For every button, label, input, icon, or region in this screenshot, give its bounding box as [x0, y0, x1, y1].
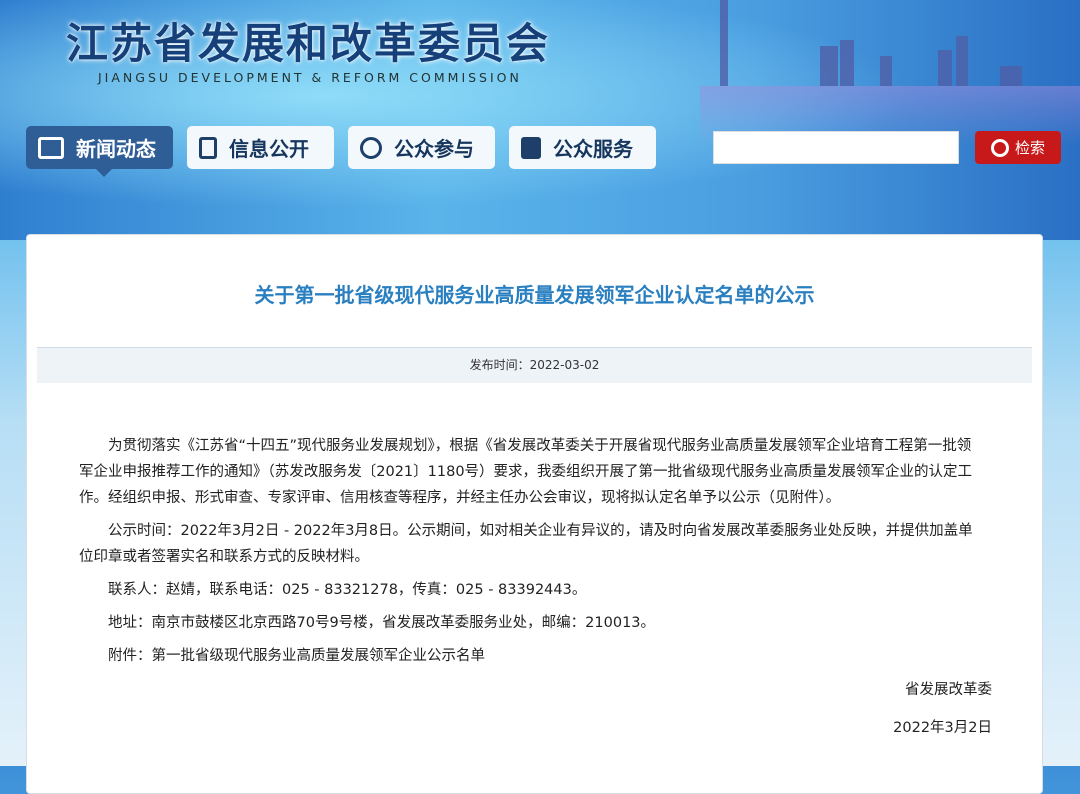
header-banner: 江苏省发展和改革委员会 JIANGSU DEVELOPMENT & REFORM…	[0, 0, 1080, 240]
article-card: 关于第一批省级现代服务业高质量发展领军企业认定名单的公示 发布时间：2022-0…	[26, 234, 1043, 794]
article-title: 关于第一批省级现代服务业高质量发展领军企业认定名单的公示	[254, 283, 815, 307]
nav-news[interactable]: 新闻动态	[26, 126, 173, 177]
search-button[interactable]: 检索	[975, 131, 1061, 164]
paragraph: 地址：南京市鼓楼区北京西路70号9号楼，省发展改革委服务业处，邮编：210013…	[108, 615, 656, 631]
site-logo-subtitle: JIANGSU DEVELOPMENT & REFORM COMMISSION	[98, 70, 522, 85]
article-body: 为贯彻落实《江苏省“十四五”现代服务业发展规划》，根据《省发展改革委关于开展省现…	[79, 433, 992, 741]
city-skyline	[700, 0, 1080, 120]
nav-label: 新闻动态	[76, 137, 156, 161]
site-logo-title[interactable]: 江苏省发展和改革委员会	[66, 10, 550, 71]
document-icon	[199, 136, 217, 159]
nav-info-disclosure[interactable]: 信息公开	[187, 126, 334, 169]
paragraph: 联系人：赵婧，联系电话：025 - 83321278，传真：025 - 8339…	[108, 582, 587, 598]
nav-label: 公众服务	[553, 137, 633, 161]
attachment-link[interactable]: 附件：第一批省级现代服务业高质量发展领军企业公示名单	[79, 643, 984, 669]
paragraph: 公示时间：2022年3月2日 - 2022年3月8日。公示期间，如对相关企业有异…	[79, 523, 973, 565]
news-icon	[38, 136, 64, 159]
search-button-label: 检索	[1014, 140, 1045, 157]
main-nav: 新闻动态 信息公开 公众参与 公众服务	[26, 126, 656, 177]
nav-label: 信息公开	[229, 137, 309, 161]
nav-public-service[interactable]: 公众服务	[509, 126, 656, 169]
sign-date: 2022年3月2日	[893, 720, 992, 736]
search-input[interactable]	[713, 131, 959, 164]
chat-icon	[360, 136, 382, 159]
book-icon	[521, 136, 541, 159]
search-icon	[990, 138, 1009, 157]
nav-label: 公众参与	[394, 137, 474, 161]
publish-date: 发布时间：2022-03-02	[37, 347, 1032, 383]
signer: 省发展改革委	[905, 682, 992, 698]
paragraph: 为贯彻落实《江苏省“十四五”现代服务业发展规划》，根据《省发展改革委关于开展省现…	[79, 438, 973, 506]
nav-public-participation[interactable]: 公众参与	[348, 126, 495, 169]
